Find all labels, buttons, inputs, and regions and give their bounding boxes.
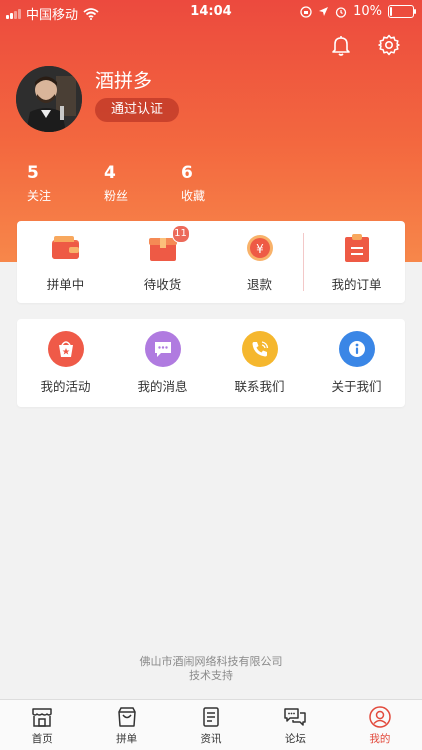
tab-news[interactable]: 资讯: [169, 700, 253, 750]
user-name: 酒拼多: [95, 70, 153, 92]
rotation-lock-icon: [300, 5, 312, 18]
stat-follows[interactable]: 5 关注: [27, 163, 51, 204]
tab-mine[interactable]: 我的: [338, 700, 422, 750]
tool-label: 我的消息: [137, 379, 188, 394]
order-badge: 11: [171, 225, 190, 243]
tab-label: 论坛: [284, 732, 306, 745]
tools-card: 我的活动 我的消息 联系我们 关于我们: [17, 319, 405, 407]
wallet-icon: [49, 231, 83, 265]
tool-label: 联系我们: [234, 379, 285, 394]
phone-icon: [241, 331, 278, 367]
my-orders-button[interactable]: 我的订单: [308, 221, 405, 303]
bag-icon: [117, 706, 136, 727]
stat-label: 粉丝: [104, 189, 129, 203]
support-text: 技术支持: [189, 669, 233, 682]
avatar[interactable]: [16, 66, 82, 132]
svg-text:¥: ¥: [256, 242, 264, 256]
settings-button[interactable]: [374, 30, 404, 60]
news-icon: [203, 706, 219, 727]
divider: [303, 233, 304, 291]
info-icon: [338, 331, 375, 367]
message-icon: [144, 331, 181, 367]
user-icon: [369, 705, 391, 728]
tab-label: 资讯: [200, 732, 222, 745]
orders-card: 拼单中 11 待收货 ¥ 退款 我的订单: [17, 221, 405, 303]
package-icon: 11: [146, 225, 190, 265]
battery-fill: [390, 7, 392, 16]
stat-label: 收藏: [181, 189, 206, 203]
stat-value: 5: [27, 163, 39, 183]
stat-value: 6: [181, 163, 193, 183]
order-grouping-button[interactable]: 拼单中: [17, 221, 114, 303]
tab-home[interactable]: 首页: [0, 700, 84, 750]
tab-group-buy[interactable]: 拼单: [84, 700, 168, 750]
stat-favorites[interactable]: 6 收藏: [181, 163, 205, 204]
bell-icon: [332, 36, 350, 56]
order-label: 退款: [246, 277, 272, 292]
tab-bar: 首页 拼单 资讯 论坛 我的: [0, 699, 422, 750]
refund-icon: ¥: [243, 231, 277, 265]
avatar-photo: [16, 66, 82, 132]
status-right: 10%: [300, 4, 416, 19]
tool-label: 我的活动: [40, 379, 91, 394]
contact-us-button[interactable]: 联系我们: [211, 319, 308, 407]
order-refund-button[interactable]: ¥ 退款: [211, 221, 308, 303]
clipboard-icon: [340, 231, 374, 265]
order-pending-receipt-button[interactable]: 11 待收货: [114, 221, 211, 303]
order-label: 拼单中: [46, 277, 85, 292]
stat-fans[interactable]: 4 粉丝: [104, 163, 128, 204]
tab-label: 我的: [369, 732, 391, 745]
tab-label: 首页: [31, 732, 53, 745]
header-actions: [326, 30, 422, 60]
alarm-icon: [335, 6, 347, 18]
tab-forum[interactable]: 论坛: [253, 700, 337, 750]
order-label: 待收货: [143, 277, 182, 292]
about-us-button[interactable]: 关于我们: [308, 319, 405, 407]
my-messages-button[interactable]: 我的消息: [114, 319, 211, 407]
status-bar: 中国移动 14:04 10%: [0, 0, 422, 24]
home-icon: [32, 707, 52, 727]
activity-icon: [47, 331, 84, 367]
certification-badge: 通过认证: [95, 98, 179, 122]
tool-label: 关于我们: [331, 379, 382, 394]
my-activities-button[interactable]: 我的活动: [17, 319, 114, 407]
notification-button[interactable]: [326, 30, 356, 60]
stat-label: 关注: [27, 189, 52, 203]
stat-value: 4: [104, 163, 116, 183]
chat-icon: [284, 707, 307, 726]
battery-percent: 10%: [353, 4, 382, 19]
location-icon: [319, 7, 329, 16]
battery-icon: [388, 5, 416, 18]
order-label: 我的订单: [331, 277, 382, 292]
gear-icon: [378, 34, 400, 56]
tab-label: 拼单: [116, 732, 138, 745]
